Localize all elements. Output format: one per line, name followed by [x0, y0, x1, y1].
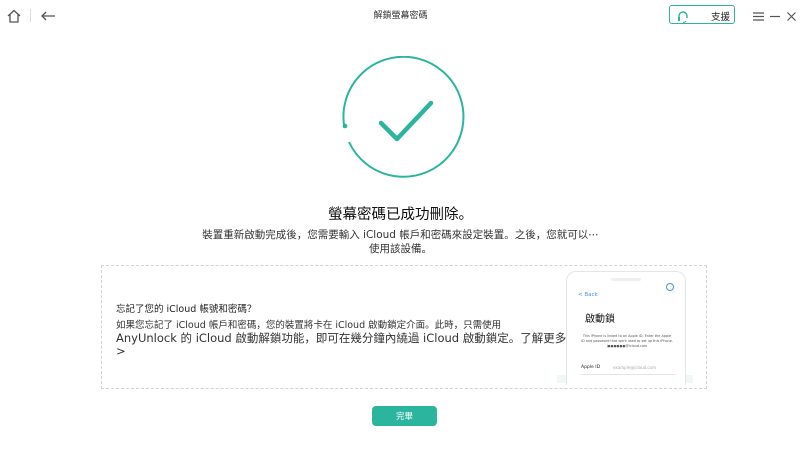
checkmark-icon — [340, 55, 468, 184]
phone-email-placeholder: example@icloud.com — [613, 365, 656, 370]
phone-speaker — [611, 278, 641, 281]
info-text: 如果您忘記了 iCloud 帳戶和密碼，您的裝置將卡在 iCloud 啟動鎖定介… — [116, 319, 574, 358]
description-line: 裝置重新啟動完成後，您需要輸入 iCloud 帳戶和密碼來設定裝置。之後，您就可… — [202, 229, 599, 241]
phone-title: 啟動鎖 — [585, 314, 615, 325]
info-title: 忘記了您的 iCloud 帳號和密碼？ — [116, 304, 257, 315]
help-icon — [666, 283, 674, 291]
description-line: 使用該設備。 — [369, 243, 432, 255]
phone-apple-id-label: Apple ID — [581, 365, 601, 370]
support-button[interactable]: 支援 — [669, 5, 735, 24]
done-button[interactable]: 完畢 — [372, 406, 437, 426]
phone-divider — [581, 374, 675, 375]
headset-icon — [676, 8, 690, 27]
support-label: 支援 — [711, 12, 731, 23]
forgot-icloud-info-box: 忘記了您的 iCloud 帳號和密碼？ 如果您忘記了 iCloud 帳戶和密碼，… — [101, 265, 707, 389]
success-headline: 螢幕密碼已成功刪除。 — [328, 207, 473, 223]
phone-illustration: < Back 啟動鎖 This iPhone is linked to an A… — [566, 271, 686, 385]
success-description: 裝置重新啟動完成後，您需要輸入 iCloud 帳戶和密碼來設定裝置。之後，您就可… — [180, 228, 621, 256]
title-bar: 解鎖螢幕密碼 支援 — [0, 0, 801, 32]
phone-text: This iPhone is linked to an Apple ID. En… — [581, 334, 673, 348]
phone-back-label: < Back — [578, 292, 598, 298]
close-icon[interactable] — [780, 5, 801, 27]
learn-more-link[interactable]: AnyUnlock 的 iCloud 啟動解鎖功能，即可在幾分鐘內繞過 iClo… — [116, 332, 574, 358]
